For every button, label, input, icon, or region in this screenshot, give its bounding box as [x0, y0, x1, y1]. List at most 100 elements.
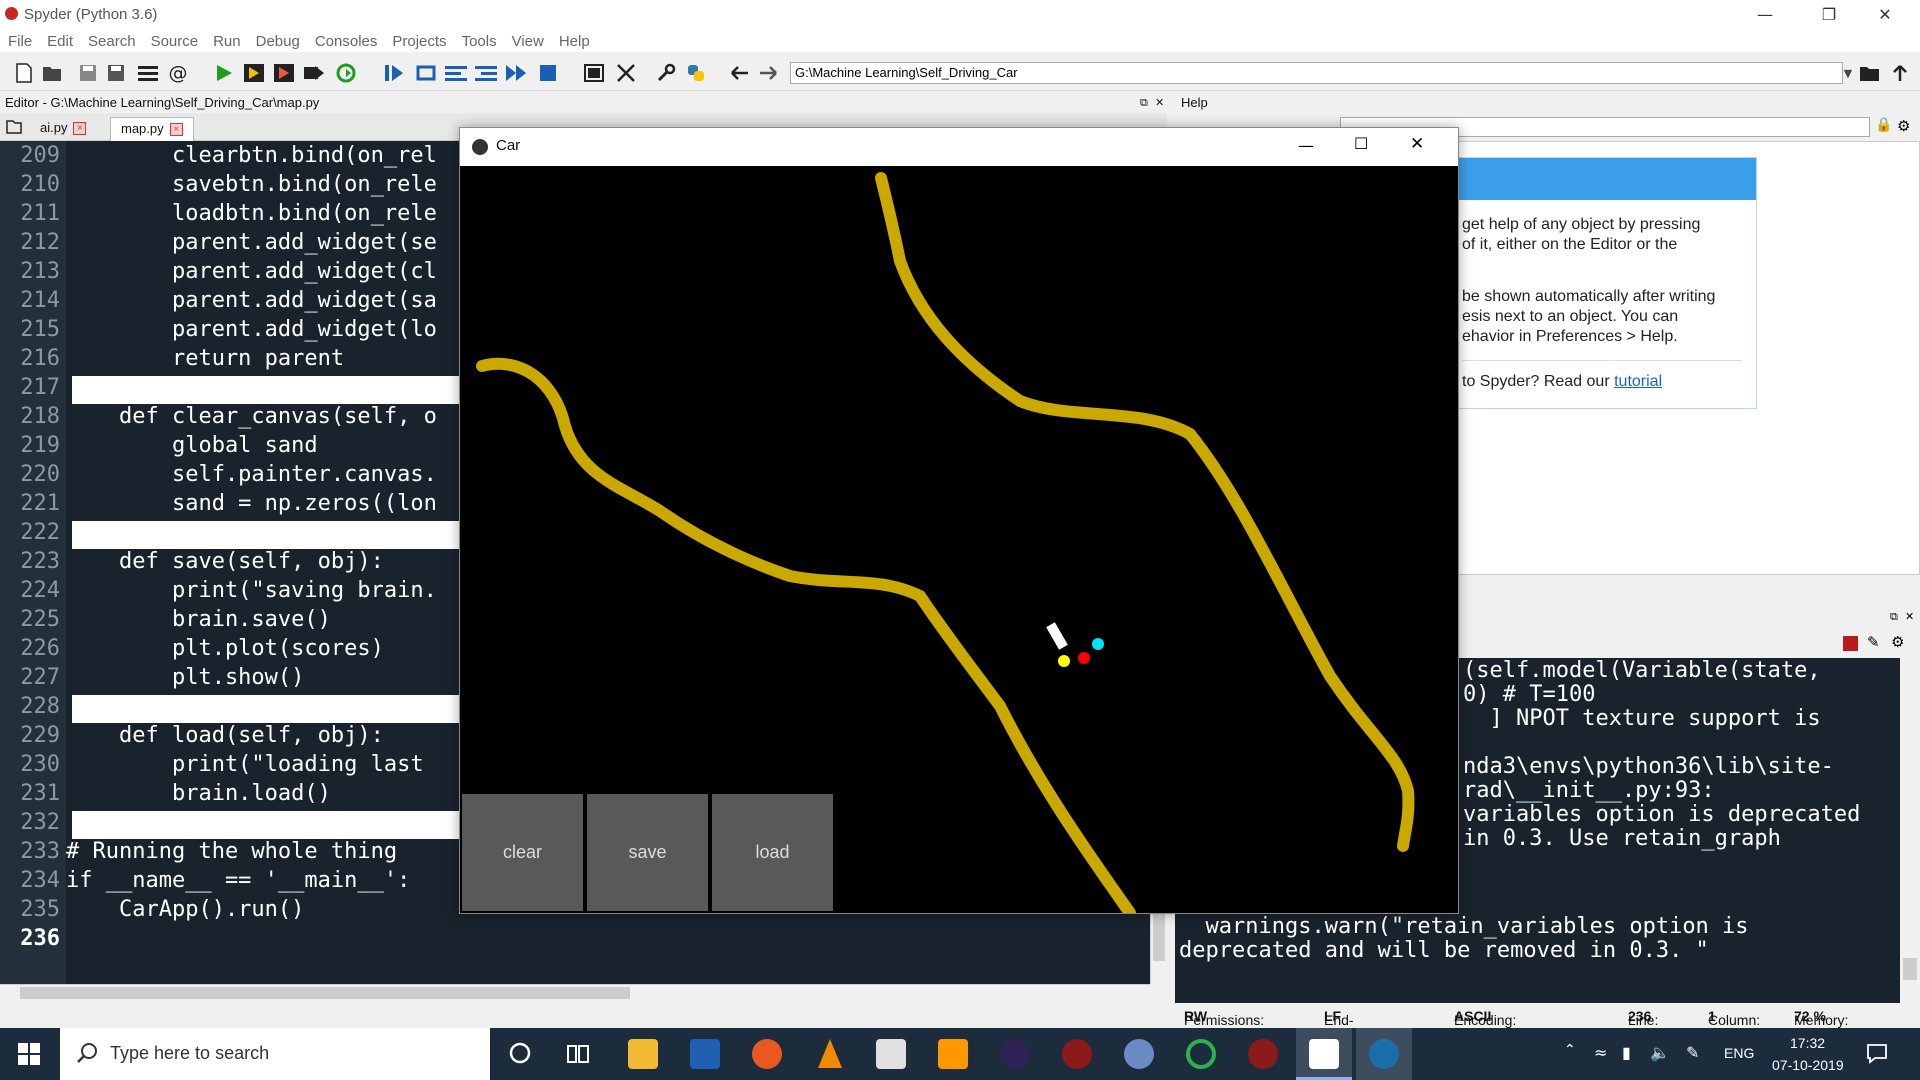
- tab-map-py[interactable]: map.py ×: [110, 117, 194, 141]
- firefox-icon[interactable]: [752, 1039, 782, 1069]
- save-button[interactable]: save: [587, 794, 708, 911]
- close-tab-icon[interactable]: ×: [73, 122, 87, 136]
- menu-projects[interactable]: Projects: [384, 30, 453, 50]
- spyder-icon[interactable]: [1062, 1039, 1092, 1069]
- close-button[interactable]: ✕: [1862, 0, 1908, 30]
- browse-tabs-icon[interactable]: [6, 119, 22, 138]
- run-cell-icon[interactable]: [242, 61, 266, 85]
- code-line: clearbtn.bind(on_rel: [66, 143, 437, 168]
- step-icon[interactable]: [414, 61, 438, 85]
- gear-icon[interactable]: ⚙: [1891, 633, 1904, 651]
- vlc-icon[interactable]: [816, 1038, 844, 1074]
- working-directory-input[interactable]: G:\Machine Learning\Self_Driving_Car: [790, 62, 1843, 84]
- tab-ai-py[interactable]: ai.py ×: [30, 117, 96, 141]
- steam-task[interactable]: [1356, 1028, 1412, 1080]
- minimize-button[interactable]: —: [1742, 0, 1788, 30]
- eraser-icon[interactable]: ✎: [1867, 633, 1880, 651]
- windows-start-icon[interactable]: [18, 1043, 40, 1069]
- fullscreen-icon[interactable]: [614, 61, 638, 85]
- list-icon[interactable]: [136, 61, 160, 85]
- kivy-car-task[interactable]: [1296, 1028, 1352, 1080]
- console-vertical-scrollbar[interactable]: [1900, 658, 1920, 1003]
- continue-icon[interactable]: [504, 61, 528, 85]
- lock-icon[interactable]: 🔒: [1875, 117, 1892, 133]
- save-file-icon[interactable]: [76, 61, 100, 85]
- clock-date[interactable]: 07-10-2019: [1772, 1057, 1844, 1073]
- task-view-icon[interactable]: [566, 1042, 590, 1070]
- language-indicator[interactable]: ENG: [1724, 1045, 1754, 1061]
- gear-icon[interactable]: ⚙: [1897, 117, 1910, 135]
- sublime-text-icon[interactable]: [938, 1039, 968, 1069]
- chevron-up-icon[interactable]: ⌃: [1564, 1042, 1576, 1058]
- undock-icon[interactable]: ⧉: [1140, 93, 1148, 113]
- new-file-icon[interactable]: [12, 61, 36, 85]
- wifi-icon[interactable]: ≈: [1594, 1043, 1607, 1062]
- file-explorer-icon[interactable]: [628, 1039, 658, 1069]
- step-into-icon[interactable]: [444, 61, 468, 85]
- taskbar-search-box[interactable]: Type here to search: [60, 1028, 490, 1080]
- pane-close-icon[interactable]: ✕: [1905, 610, 1914, 623]
- menu-edit[interactable]: Edit: [39, 30, 80, 50]
- menu-run[interactable]: Run: [205, 30, 248, 50]
- menu-help[interactable]: Help: [551, 30, 597, 50]
- scroll-thumb[interactable]: [1153, 911, 1165, 961]
- document-app-icon[interactable]: [876, 1039, 906, 1069]
- open-file-icon[interactable]: [40, 61, 64, 85]
- menu-file[interactable]: File: [0, 30, 39, 50]
- debug-icon[interactable]: [382, 61, 406, 85]
- menu-debug[interactable]: Debug: [248, 30, 307, 50]
- scroll-thumb[interactable]: [1903, 958, 1917, 980]
- line-status: Line: 236: [1628, 1008, 1658, 1028]
- run-selection-icon[interactable]: [302, 61, 326, 85]
- line-number: 211: [20, 201, 60, 226]
- undock-icon[interactable]: ⧉: [1890, 610, 1898, 624]
- menu-consoles[interactable]: Consoles: [307, 30, 385, 50]
- help-divider: [1462, 360, 1742, 361]
- load-button[interactable]: load: [712, 794, 833, 911]
- back-arrow-icon[interactable]: [728, 61, 752, 85]
- menu-search[interactable]: Search: [80, 30, 143, 50]
- map-canvas[interactable]: clear save load: [460, 166, 1458, 919]
- menu-view[interactable]: View: [504, 30, 551, 50]
- step-return-icon[interactable]: [474, 61, 498, 85]
- maximize-button[interactable]: ☐: [1354, 134, 1368, 153]
- run-cell-advance-icon[interactable]: [272, 61, 296, 85]
- at-icon[interactable]: @: [166, 61, 190, 85]
- python-path-icon[interactable]: [684, 61, 708, 85]
- run-icon[interactable]: [212, 61, 236, 85]
- stop-debug-icon[interactable]: [536, 61, 560, 85]
- close-button[interactable]: ✕: [1410, 134, 1424, 154]
- forward-arrow-icon[interactable]: [756, 61, 780, 85]
- store-icon[interactable]: [690, 1039, 720, 1069]
- minimize-button[interactable]: —: [1298, 136, 1314, 155]
- close-tab-icon[interactable]: ×: [169, 123, 183, 137]
- path-dropdown-chevron-icon[interactable]: ▼: [1836, 61, 1860, 85]
- spyder-window-icon[interactable]: [1248, 1039, 1278, 1069]
- notification-icon[interactable]: [1866, 1042, 1888, 1068]
- menu-source[interactable]: Source: [143, 30, 206, 50]
- browse-folder-icon[interactable]: [1858, 61, 1882, 85]
- line-number: 229: [20, 723, 60, 748]
- volume-icon[interactable]: 🔈: [1650, 1043, 1670, 1062]
- restore-button[interactable]: ❐: [1806, 0, 1852, 30]
- save-all-icon[interactable]: [104, 61, 128, 85]
- maximize-pane-icon[interactable]: [582, 61, 606, 85]
- r-app-icon[interactable]: [1124, 1039, 1154, 1069]
- menu-tools[interactable]: Tools: [454, 30, 504, 50]
- clear-button[interactable]: clear: [462, 794, 583, 911]
- editor-horizontal-scrollbar[interactable]: [0, 984, 1150, 1001]
- parent-dir-arrow-icon[interactable]: [1888, 61, 1912, 85]
- rerun-icon[interactable]: [334, 61, 358, 85]
- pen-icon[interactable]: ✎: [1686, 1043, 1699, 1062]
- tutorial-link[interactable]: tutorial: [1614, 373, 1662, 390]
- eclipse-icon[interactable]: [1000, 1039, 1030, 1069]
- stop-kernel-icon[interactable]: [1843, 636, 1858, 651]
- refresh-app-icon[interactable]: [1186, 1039, 1216, 1069]
- battery-icon[interactable]: ▮: [1622, 1043, 1631, 1062]
- clock-time[interactable]: 17:32: [1790, 1035, 1825, 1051]
- pane-close-icon[interactable]: ✕: [1155, 93, 1164, 113]
- wrench-icon[interactable]: [654, 61, 678, 85]
- cortana-icon[interactable]: [508, 1041, 532, 1069]
- kivy-icon: [1309, 1039, 1339, 1069]
- scroll-thumb[interactable]: [20, 987, 630, 999]
